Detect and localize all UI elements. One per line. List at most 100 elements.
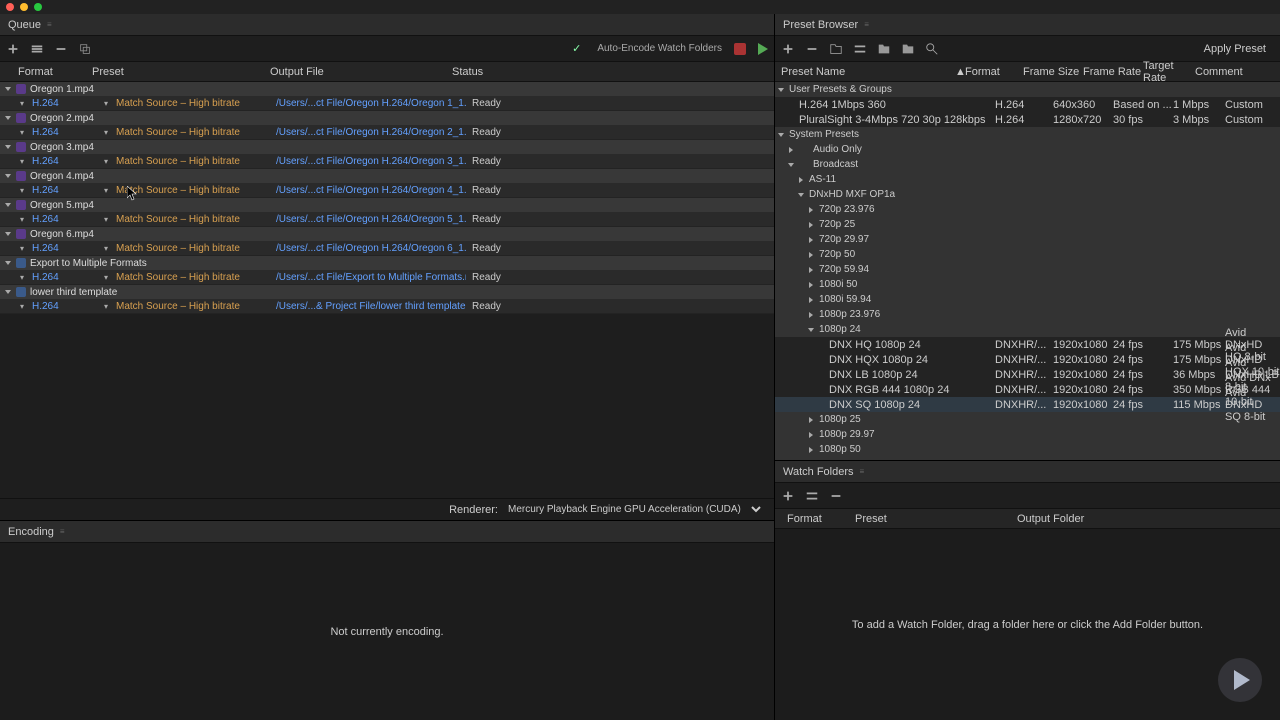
preset-folder[interactable]: Audio Only (775, 142, 1280, 157)
queue-row[interactable]: ▾H.264▾Match Source – High bitrate/Users… (0, 212, 774, 227)
preset-folder[interactable]: 720p 50 (775, 247, 1280, 262)
stop-queue-button[interactable] (734, 43, 746, 55)
disclosure-icon[interactable] (809, 282, 813, 288)
queue-format[interactable]: H.264 (32, 214, 104, 225)
disclosure-icon[interactable] (788, 163, 794, 167)
queue-output[interactable]: /Users/...ct File/Export to Multiple For… (276, 272, 466, 283)
zoom-window-icon[interactable] (34, 3, 42, 11)
col-comment[interactable]: Comment (1195, 66, 1280, 78)
disclosure-icon[interactable] (809, 252, 813, 258)
col-output[interactable]: Output File (270, 66, 452, 78)
queue-output[interactable]: /Users/...ct File/Oregon H.264/Oregon 1_… (276, 98, 466, 109)
disclosure-icon[interactable] (809, 447, 813, 453)
import-preset-icon[interactable] (877, 42, 891, 56)
queue-group[interactable]: Oregon 5.mp4 (0, 198, 774, 212)
new-group-icon[interactable] (829, 42, 843, 56)
queue-preset[interactable]: Match Source – High bitrate (116, 98, 276, 109)
preset-row[interactable]: PluralSight 3-4Mbps 720 30p 128kbpsH.264… (775, 112, 1280, 127)
add-source-icon[interactable] (6, 42, 20, 56)
preset-folder[interactable]: 720p 29.97 (775, 232, 1280, 247)
col-format[interactable]: Format (965, 66, 1023, 78)
preset-folder[interactable]: 1080p 24 (775, 322, 1280, 337)
add-output-icon[interactable] (30, 42, 44, 56)
col-preset[interactable]: Preset (92, 66, 270, 78)
preset-folder[interactable]: System Presets (775, 127, 1280, 142)
preset-dropdown-icon[interactable]: ▾ (104, 128, 116, 137)
minimize-window-icon[interactable] (20, 3, 28, 11)
disclosure-icon[interactable] (809, 297, 813, 303)
preset-folder[interactable]: User Presets & Groups (775, 82, 1280, 97)
queue-preset[interactable]: Match Source – High bitrate (116, 156, 276, 167)
format-dropdown-icon[interactable]: ▾ (20, 99, 32, 108)
queue-format[interactable]: H.264 (32, 98, 104, 109)
col-frame-rate[interactable]: Frame Rate (1083, 66, 1143, 78)
preset-dropdown-icon[interactable]: ▾ (104, 302, 116, 311)
preset-dropdown-icon[interactable]: ▾ (104, 157, 116, 166)
preset-dropdown-icon[interactable]: ▾ (104, 244, 116, 253)
preset-folder[interactable]: Broadcast (775, 157, 1280, 172)
queue-format[interactable]: H.264 (32, 301, 104, 312)
duplicate-icon[interactable] (78, 42, 92, 56)
preset-folder[interactable]: 1080p 29.97 (775, 427, 1280, 442)
disclosure-icon[interactable] (778, 133, 784, 137)
preset-folder[interactable]: AS-11 (775, 172, 1280, 187)
disclosure-icon[interactable] (808, 328, 814, 332)
preset-dropdown-icon[interactable]: ▾ (104, 215, 116, 224)
preset-row[interactable]: DNX RGB 444 1080p 24DNXHR/...1920x108024… (775, 382, 1280, 397)
queue-row[interactable]: ▾H.264▾Match Source – High bitrate/Users… (0, 299, 774, 314)
disclosure-icon[interactable] (809, 237, 813, 243)
encoding-panel-tab[interactable]: Encoding ≡ (0, 521, 774, 543)
disclosure-icon[interactable] (809, 417, 813, 423)
preset-folder[interactable]: 1080p 25 (775, 412, 1280, 427)
queue-row[interactable]: ▾H.264▾Match Source – High bitrate/Users… (0, 183, 774, 198)
preset-dropdown-icon[interactable]: ▾ (104, 186, 116, 195)
queue-format[interactable]: H.264 (32, 272, 104, 283)
queue-format[interactable]: H.264 (32, 156, 104, 167)
queue-row[interactable]: ▾H.264▾Match Source – High bitrate/Users… (0, 125, 774, 140)
preset-folder[interactable]: 1080i 50 (775, 277, 1280, 292)
disclosure-icon[interactable] (5, 290, 11, 294)
preset-row[interactable]: DNX LB 1080p 24DNXHR/...1920x108024 fps3… (775, 367, 1280, 382)
queue-group[interactable]: lower third template (0, 285, 774, 299)
disclosure-icon[interactable] (5, 87, 11, 91)
queue-preset[interactable]: Match Source – High bitrate (116, 127, 276, 138)
preset-row[interactable]: DNX HQ 1080p 24DNXHR/...1920x108024 fps1… (775, 337, 1280, 352)
preset-dropdown-icon[interactable]: ▾ (104, 273, 116, 282)
edit-watch-icon[interactable] (805, 489, 819, 503)
disclosure-icon[interactable] (809, 312, 813, 318)
watch-panel-tab[interactable]: Watch Folders ≡ (775, 461, 1280, 483)
queue-output[interactable]: /Users/...ct File/Oregon H.264/Oregon 6_… (276, 243, 466, 254)
disclosure-icon[interactable] (809, 222, 813, 228)
apply-preset-button[interactable]: Apply Preset (1196, 41, 1274, 57)
col-status[interactable]: Status (452, 66, 774, 78)
queue-group[interactable]: Oregon 6.mp4 (0, 227, 774, 241)
disclosure-icon[interactable] (5, 203, 11, 207)
preset-settings-icon[interactable] (853, 42, 867, 56)
queue-output[interactable]: /Users/...ct File/Oregon H.264/Oregon 4_… (276, 185, 466, 196)
col-target-rate[interactable]: Target Rate (1143, 60, 1195, 84)
queue-format[interactable]: H.264 (32, 243, 104, 254)
queue-row[interactable]: ▾H.264▾Match Source – High bitrate/Users… (0, 241, 774, 256)
queue-format[interactable]: H.264 (32, 185, 104, 196)
queue-preset[interactable]: Match Source – High bitrate (116, 243, 276, 254)
renderer-select[interactable]: Mercury Playback Engine GPU Acceleration… (504, 503, 764, 516)
play-overlay-button[interactable] (1218, 658, 1262, 702)
preset-row[interactable]: DNX HQX 1080p 24DNXHR/...1920x108024 fps… (775, 352, 1280, 367)
preset-folder[interactable]: 720p 23.976 (775, 202, 1280, 217)
queue-preset[interactable]: Match Source – High bitrate (116, 214, 276, 225)
col-frame-size[interactable]: Frame Size (1023, 66, 1083, 78)
disclosure-icon[interactable] (778, 88, 784, 92)
queue-output[interactable]: /Users/...ct File/Oregon H.264/Oregon 2_… (276, 127, 466, 138)
preset-folder[interactable]: 1080i 59.94 (775, 292, 1280, 307)
format-dropdown-icon[interactable]: ▾ (20, 244, 32, 253)
queue-output[interactable]: /Users/...ct File/Oregon H.264/Oregon 3_… (276, 156, 466, 167)
queue-output[interactable]: /Users/...& Project File/lower third tem… (276, 301, 466, 312)
disclosure-icon[interactable] (809, 432, 813, 438)
col-preset-name[interactable]: Preset Name (775, 66, 955, 78)
watch-body[interactable]: To add a Watch Folder, drag a folder her… (775, 529, 1280, 720)
col-preset[interactable]: Preset (855, 513, 1015, 525)
format-dropdown-icon[interactable]: ▾ (20, 273, 32, 282)
preset-folder[interactable]: 720p 25 (775, 217, 1280, 232)
disclosure-icon[interactable] (809, 207, 813, 213)
col-format[interactable]: Format (0, 66, 92, 78)
